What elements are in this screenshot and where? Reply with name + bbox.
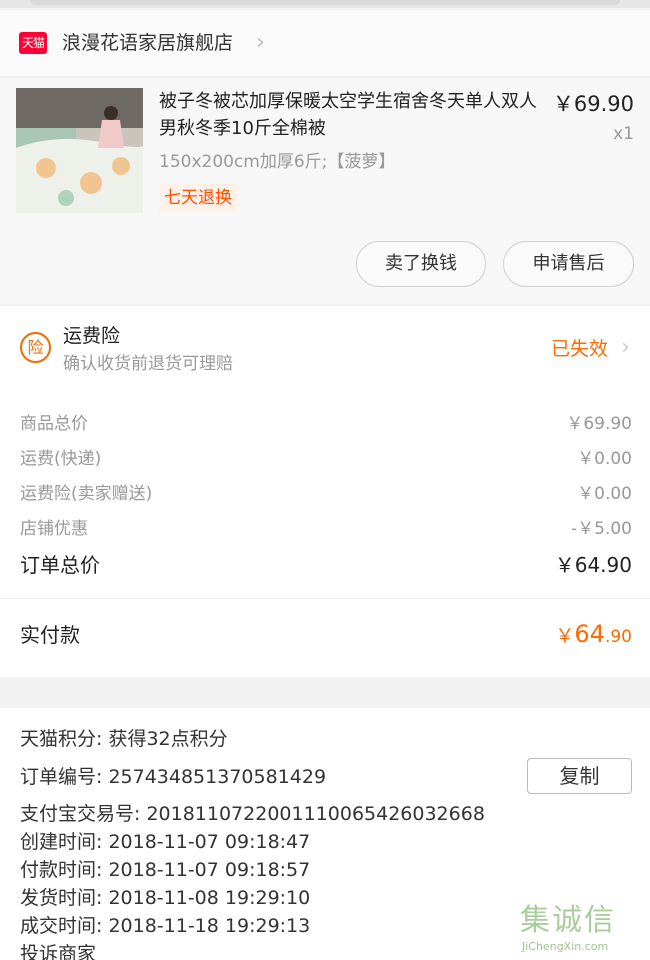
cost-label: 店铺优惠	[20, 519, 88, 539]
cost-row: 运费(快递) ￥0.00	[20, 445, 632, 473]
cost-value: ￥69.90	[566, 414, 632, 434]
paid-decimal: .90	[604, 627, 632, 647]
resell-button[interactable]: 卖了换钱	[356, 241, 486, 287]
shipped-time-row: 发货时间: 2018-11-08 19:29:10	[20, 887, 311, 909]
copy-button[interactable]: 复制	[527, 758, 632, 794]
alipay-number-row: 支付宝交易号: 2018110722001110065426032668	[20, 803, 485, 825]
paid-integer: 64	[574, 620, 605, 648]
cost-value: ￥0.00	[577, 449, 632, 469]
tmall-logo-icon: 天猫	[19, 32, 47, 54]
complaint-link[interactable]: 投诉商家	[20, 940, 96, 960]
chevron-right-icon[interactable]: ›	[621, 334, 630, 362]
order-total-row: 订单总价 ￥64.90	[20, 551, 632, 579]
cost-label: 商品总价	[20, 414, 88, 434]
cost-row: 店铺优惠 -￥5.00	[20, 515, 632, 543]
cost-label: 运费险(卖家赠送)	[20, 484, 153, 504]
created-time-row: 创建时间: 2018-11-07 09:18:47	[20, 831, 311, 853]
paid-amount-row: 实付款 ￥64.90	[0, 599, 650, 677]
order-total-label: 订单总价	[20, 553, 100, 577]
insurance-status[interactable]: 已失效	[551, 335, 608, 363]
chevron-right-icon[interactable]: ›	[256, 30, 265, 56]
product-quantity: x1	[613, 124, 634, 144]
return-badge: 七天退换	[159, 184, 237, 212]
cost-breakdown: 商品总价 ￥69.90 运费(快递) ￥0.00 运费险(卖家赠送) ￥0.00…	[0, 392, 650, 598]
watermark-logo: 集诚信 JiChengXin.com	[520, 902, 640, 956]
cost-value: ￥0.00	[577, 484, 632, 504]
completed-time-row: 成交时间: 2018-11-18 19:29:13	[20, 915, 311, 937]
cost-row: 商品总价 ￥69.90	[20, 410, 632, 438]
paid-amount: ￥64.90	[555, 619, 632, 652]
watermark-url: JiChengXin.com	[522, 940, 609, 953]
paid-label: 实付款	[20, 623, 80, 647]
insurance-title: 运费险	[63, 325, 121, 347]
paid-time-row: 付款时间: 2018-11-07 09:18:57	[20, 859, 311, 881]
store-name[interactable]: 浪漫花语家居旗舰店	[62, 29, 233, 57]
paid-currency: ￥	[555, 625, 575, 647]
cost-value: -￥5.00	[571, 519, 632, 539]
after-sale-button[interactable]: 申请售后	[503, 241, 634, 287]
insurance-icon: 险	[20, 332, 51, 363]
points-row: 天猫积分: 获得32点积分	[20, 728, 228, 750]
product-sku: 150x200cm加厚6斤;【菠萝】	[159, 152, 396, 172]
status-bar-edge	[0, 0, 650, 8]
cost-row: 运费险(卖家赠送) ￥0.00	[20, 480, 632, 508]
product-image[interactable]	[16, 88, 143, 213]
order-total-value: ￥64.90	[554, 553, 632, 577]
store-header[interactable]: 天猫 浪漫花语家居旗舰店 ›	[0, 10, 650, 76]
product-title[interactable]: 被子冬被芯加厚保暖太空学生宿舍冬天单人双人男秋冬季10斤全棉被	[159, 88, 544, 142]
product-card[interactable]: 被子冬被芯加厚保暖太空学生宿舍冬天单人双人男秋冬季10斤全棉被 150x200c…	[0, 78, 650, 304]
insurance-subtitle: 确认收货前退货可理赔	[63, 354, 233, 374]
order-number-row[interactable]: 订单编号: 257434851370581429	[20, 763, 326, 791]
product-price: ￥69.90	[552, 92, 634, 116]
watermark-text: 集诚信	[520, 903, 616, 938]
shipping-insurance[interactable]: 险 运费险 确认收货前退货可理赔 已失效 ›	[0, 306, 650, 392]
order-info: 天猫积分: 获得32点积分 订单编号: 257434851370581429 复…	[0, 708, 650, 960]
cost-label: 运费(快递)	[20, 449, 102, 469]
top-handle	[30, 0, 620, 5]
